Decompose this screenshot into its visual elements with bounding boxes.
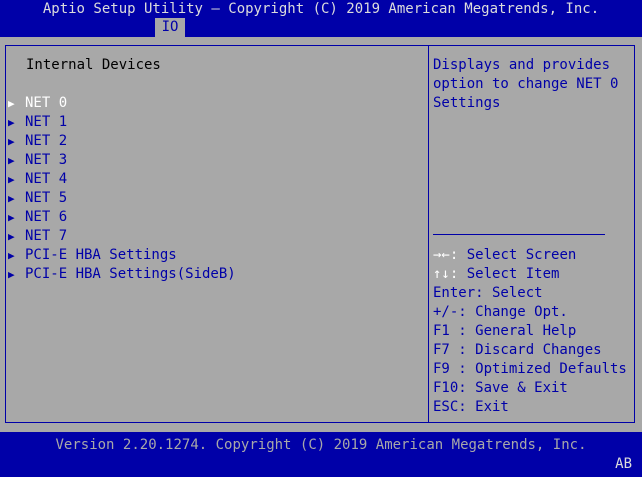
- main-panel: Internal Devices ▶ NET 0 ▶ NET 1 ▶ NET 2 ▶ N…: [0, 37, 642, 432]
- menu-item-label: NET 2: [25, 133, 68, 149]
- key-hint-select-screen: →←: Select Screen: [433, 246, 576, 265]
- help-divider: [433, 234, 605, 235]
- footer-version: Version 2.20.1274. Copyright (C) 2019 Am…: [55, 437, 587, 453]
- menu-item-label: NET 4: [25, 171, 68, 187]
- key-label: F9 :: [433, 361, 467, 377]
- submenu-arrow-icon: ▶: [8, 211, 15, 224]
- submenu-arrow-icon: ▶: [8, 173, 15, 186]
- menu-item-label: NET 6: [25, 209, 68, 225]
- submenu-arrow-icon: ▶: [8, 249, 15, 262]
- key-action: Discard Changes: [466, 342, 602, 358]
- key-label: Enter:: [433, 285, 484, 301]
- key-hint-select-item: ↑↓: Select Item: [433, 265, 559, 284]
- key-label: +/-:: [433, 304, 467, 320]
- menu-item-label: PCI-E HBA Settings(SideB): [25, 266, 236, 282]
- menu-item-net-0[interactable]: ▶ NET 0: [8, 94, 408, 113]
- key-label: →←:: [433, 247, 459, 263]
- submenu-arrow-icon: ▶: [8, 154, 15, 167]
- menu-item-label: NET 3: [25, 152, 68, 168]
- key-hint-discard-changes: F7 : Discard Changes: [433, 341, 602, 360]
- menu-item-label: PCI-E HBA Settings: [25, 247, 177, 263]
- menu-item-pcie-hba-settings-sideb[interactable]: ▶ PCI-E HBA Settings(SideB): [8, 265, 408, 284]
- key-action: Select: [483, 285, 543, 301]
- menu-item-net-6[interactable]: ▶ NET 6: [8, 208, 408, 227]
- key-hint-exit: ESC: Exit: [433, 398, 509, 417]
- submenu-arrow-icon: ▶: [8, 97, 15, 110]
- menu-item-label: NET 1: [25, 114, 68, 130]
- key-action: Exit: [466, 399, 509, 415]
- key-hint-optimized-defaults: F9 : Optimized Defaults: [433, 360, 627, 379]
- menu-item-net-3[interactable]: ▶ NET 3: [8, 151, 408, 170]
- key-action: Save & Exit: [466, 380, 568, 396]
- menu-item-net-1[interactable]: ▶ NET 1: [8, 113, 408, 132]
- submenu-arrow-icon: ▶: [8, 230, 15, 243]
- key-hint-save-exit: F10: Save & Exit: [433, 379, 568, 398]
- key-label: F7 :: [433, 342, 467, 358]
- key-hint-general-help: F1 : General Help: [433, 322, 576, 341]
- menu-item-net-7[interactable]: ▶ NET 7: [8, 227, 408, 246]
- menu-item-net-2[interactable]: ▶ NET 2: [8, 132, 408, 151]
- key-action: Select Item: [458, 266, 560, 282]
- key-action: Optimized Defaults: [466, 361, 627, 377]
- tab-io[interactable]: IO: [155, 18, 185, 37]
- menu-item-net-5[interactable]: ▶ NET 5: [8, 189, 408, 208]
- menu-item-net-4[interactable]: ▶ NET 4: [8, 170, 408, 189]
- menu-item-label: NET 7: [25, 228, 68, 244]
- menu-item-pcie-hba-settings[interactable]: ▶ PCI-E HBA Settings: [8, 246, 408, 265]
- ab-indicator: AB: [615, 456, 632, 472]
- submenu-arrow-icon: ▶: [8, 116, 15, 129]
- title-bar: Aptio Setup Utility – Copyright (C) 2019…: [42, 1, 600, 17]
- help-description: Displays and provides option to change N…: [433, 57, 619, 111]
- key-label: F10:: [433, 380, 467, 396]
- key-label: ↑↓:: [433, 266, 459, 282]
- menu-item-label: NET 5: [25, 190, 68, 206]
- menu-item-label: NET 0: [25, 95, 68, 111]
- submenu-arrow-icon: ▶: [8, 192, 15, 205]
- key-hint-change-opt: +/-: Change Opt.: [433, 303, 568, 322]
- submenu-arrow-icon: ▶: [8, 268, 15, 281]
- section-title: Internal Devices: [26, 57, 161, 73]
- key-label: F1 :: [433, 323, 467, 339]
- key-action: General Help: [466, 323, 577, 339]
- submenu-arrow-icon: ▶: [8, 135, 15, 148]
- key-action: Select Screen: [458, 247, 577, 263]
- key-hint-enter: Enter: Select: [433, 284, 543, 303]
- key-label: ESC:: [433, 399, 467, 415]
- key-action: Change Opt.: [466, 304, 568, 320]
- panel-divider: [428, 45, 429, 423]
